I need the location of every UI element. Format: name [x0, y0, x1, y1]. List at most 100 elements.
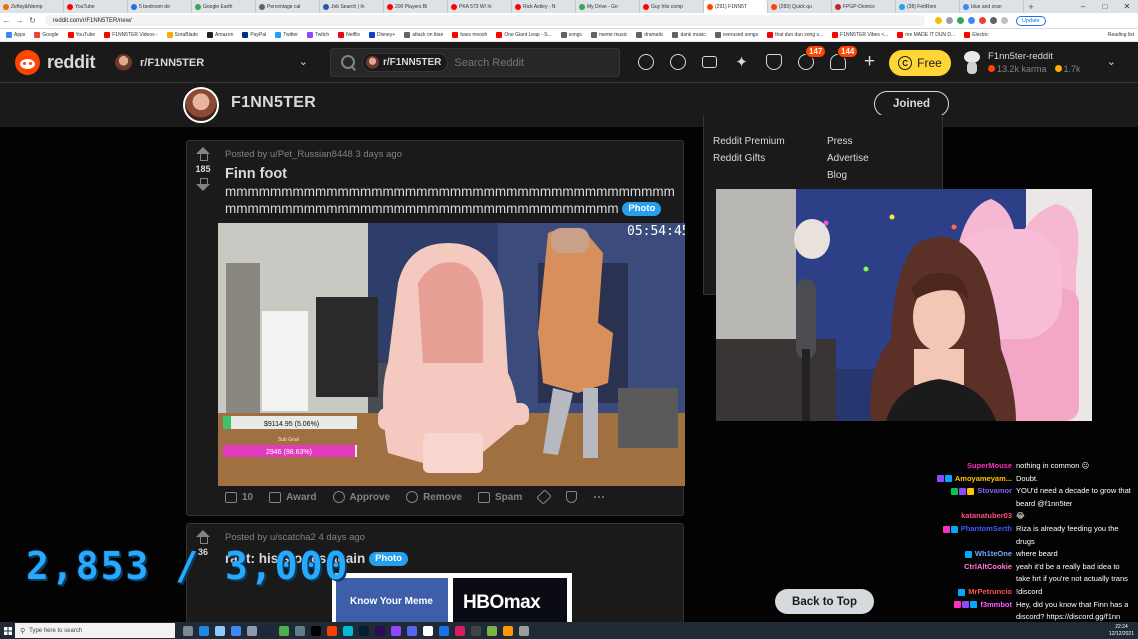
- bell-icon[interactable]: 144: [828, 45, 859, 71]
- browser-tab[interactable]: PKA 573 W/ In: [448, 0, 512, 13]
- app-icon[interactable]: [439, 625, 449, 636]
- minecraft-icon[interactable]: [279, 625, 289, 636]
- task-view-icon[interactable]: [183, 625, 193, 636]
- url-field[interactable]: reddit.com/r/F1NN5TER/new/: [45, 15, 925, 26]
- browser-tab[interactable]: (291) F1NN5T: [704, 0, 768, 13]
- chat-username[interactable]: f3mmbot: [980, 599, 1012, 612]
- taskbar-search[interactable]: ⚲ Type here to search: [15, 623, 175, 638]
- all-icon[interactable]: [668, 52, 687, 71]
- bookmark-item[interactable]: One Giant Leap - S...: [496, 32, 552, 38]
- steam-icon[interactable]: [263, 625, 273, 636]
- bookmark-item[interactable]: Amazon: [207, 32, 233, 38]
- bookmark-item[interactable]: PayPal: [242, 32, 266, 38]
- browser-tab[interactable]: (283) Quick qu: [768, 0, 832, 13]
- shield-icon[interactable]: [764, 52, 783, 71]
- app-icon[interactable]: [423, 625, 433, 636]
- advertise-link[interactable]: Advertise: [827, 153, 869, 164]
- back-arrow-icon[interactable]: ←: [0, 16, 13, 25]
- post-meta[interactable]: Posted by u/scatcha2 4 days ago: [225, 532, 365, 543]
- browser-tab[interactable]: Zeftsy&Niemp: [0, 0, 64, 13]
- chat-username[interactable]: SuperMouse: [967, 460, 1012, 473]
- extension-icon[interactable]: [946, 17, 953, 24]
- app-icon[interactable]: [247, 625, 257, 636]
- app-icon[interactable]: [295, 625, 305, 636]
- browser-tab[interactable]: Guy hits comp: [640, 0, 704, 13]
- chat-username[interactable]: Wh1teOne: [975, 548, 1012, 561]
- browser-tab[interactable]: 200 Players Bi: [384, 0, 448, 13]
- search-input[interactable]: [454, 56, 605, 69]
- tray-clock[interactable]: 22:24 12/12/2021: [1109, 624, 1134, 638]
- puzzle-icon[interactable]: [990, 17, 997, 24]
- discord-icon[interactable]: [407, 625, 417, 636]
- reading-list-button[interactable]: Reading list: [1101, 29, 1134, 41]
- community-switcher[interactable]: r/F1NN5TER ⌄: [108, 49, 316, 76]
- close-icon[interactable]: ✕: [1116, 0, 1138, 13]
- maximize-icon[interactable]: □: [1094, 0, 1116, 13]
- popular-icon[interactable]: [636, 52, 655, 71]
- browser-tab[interactable]: 5 bedroom de: [128, 0, 192, 13]
- chat-username[interactable]: Stovamor: [977, 485, 1012, 498]
- chat-username[interactable]: PhantomSerth: [961, 523, 1012, 536]
- bookmark-item[interactable]: bass moosh: [452, 32, 487, 38]
- post-flair[interactable]: Photo: [369, 552, 408, 566]
- browser-tab[interactable]: Google Earth: [192, 0, 256, 13]
- bookmark-item[interactable]: songs: [560, 32, 582, 38]
- flair-button[interactable]: [536, 489, 552, 505]
- comments-button[interactable]: 10: [225, 491, 253, 503]
- bookmark-item[interactable]: Google: [34, 32, 59, 38]
- forward-arrow-icon[interactable]: →: [13, 16, 26, 25]
- spam-button[interactable]: Spam: [477, 491, 522, 503]
- app-icon[interactable]: [327, 625, 337, 636]
- extension-icon[interactable]: [957, 17, 964, 24]
- app-icon[interactable]: [487, 625, 497, 636]
- chat-icon[interactable]: 147: [796, 45, 827, 71]
- chat-username[interactable]: katanatuber03: [961, 510, 1012, 523]
- live-video-icon[interactable]: [700, 52, 719, 71]
- browser-tab[interactable]: FPGP-Dionics: [832, 0, 896, 13]
- post-title[interactable]: Finn foot mmmmmmmmmmmmmmmmmmmmmmmmmmmmmm…: [225, 166, 680, 217]
- post-meta[interactable]: Posted by u/Pet_Russian8448 3 days ago: [225, 149, 402, 160]
- post-card[interactable]: 185 Posted by u/Pet_Russian8448 3 days a…: [186, 140, 685, 516]
- back-to-top-button[interactable]: Back to Top: [775, 589, 874, 614]
- award-button[interactable]: Award: [269, 491, 317, 503]
- photoshop-icon[interactable]: [359, 625, 369, 636]
- obs-icon[interactable]: [311, 625, 321, 636]
- browser-tab[interactable]: Job Search | In: [320, 0, 384, 13]
- app-icon[interactable]: [215, 625, 225, 636]
- new-tab-icon[interactable]: +: [1024, 2, 1038, 12]
- bookmark-item[interactable]: SoraBlade: [166, 32, 198, 38]
- windows-start-button[interactable]: [0, 622, 15, 639]
- minimize-icon[interactable]: –: [1072, 0, 1094, 13]
- upvote-icon[interactable]: [195, 147, 211, 161]
- bookmark-item[interactable]: dank music: [672, 32, 706, 38]
- reddit-gifts-link[interactable]: Reddit Gifts: [713, 153, 765, 164]
- bookmark-item[interactable]: Disney+: [369, 32, 395, 38]
- bookmark-item[interactable]: Apps: [6, 32, 25, 38]
- bookmark-item[interactable]: overused songs: [714, 32, 758, 38]
- search-community-chip[interactable]: r/F1NN5TER: [362, 53, 449, 72]
- moderation-icon[interactable]: ✦: [732, 52, 751, 71]
- more-options-button[interactable]: ···: [593, 490, 605, 504]
- joined-button[interactable]: Joined: [874, 91, 949, 117]
- bookmark-item[interactable]: F1NN5TER Videos -: [104, 32, 158, 38]
- chrome-icon[interactable]: [231, 625, 241, 636]
- app-icon[interactable]: [519, 625, 529, 636]
- browser-tab[interactable]: Rick Astley - N: [512, 0, 576, 13]
- update-button[interactable]: Update: [1016, 15, 1046, 26]
- bookmark-item[interactable]: dramatic: [636, 32, 663, 38]
- browser-tab[interactable]: My Drive - Go: [576, 0, 640, 13]
- user-menu[interactable]: F1nn5ter-reddit 13.2k karma 1.7k ⌄: [962, 47, 1122, 77]
- upvote-icon[interactable]: [195, 530, 211, 544]
- app-icon[interactable]: [503, 625, 513, 636]
- bookmark-item[interactable]: that dun dun song s...: [767, 32, 823, 38]
- bookmark-item[interactable]: Electric: [964, 32, 989, 38]
- extension-icon[interactable]: [935, 17, 942, 24]
- browser-tab[interactable]: (38) FettRoni: [896, 0, 960, 13]
- press-link[interactable]: Press: [827, 136, 853, 147]
- browser-tab[interactable]: Percentage cal: [256, 0, 320, 13]
- reload-icon[interactable]: ↻: [26, 16, 39, 25]
- extension-icon[interactable]: [968, 17, 975, 24]
- after-effects-icon[interactable]: [375, 625, 385, 636]
- bookmark-item[interactable]: Twitch: [306, 32, 329, 38]
- chat-username[interactable]: CtrlAltCookie: [964, 561, 1012, 574]
